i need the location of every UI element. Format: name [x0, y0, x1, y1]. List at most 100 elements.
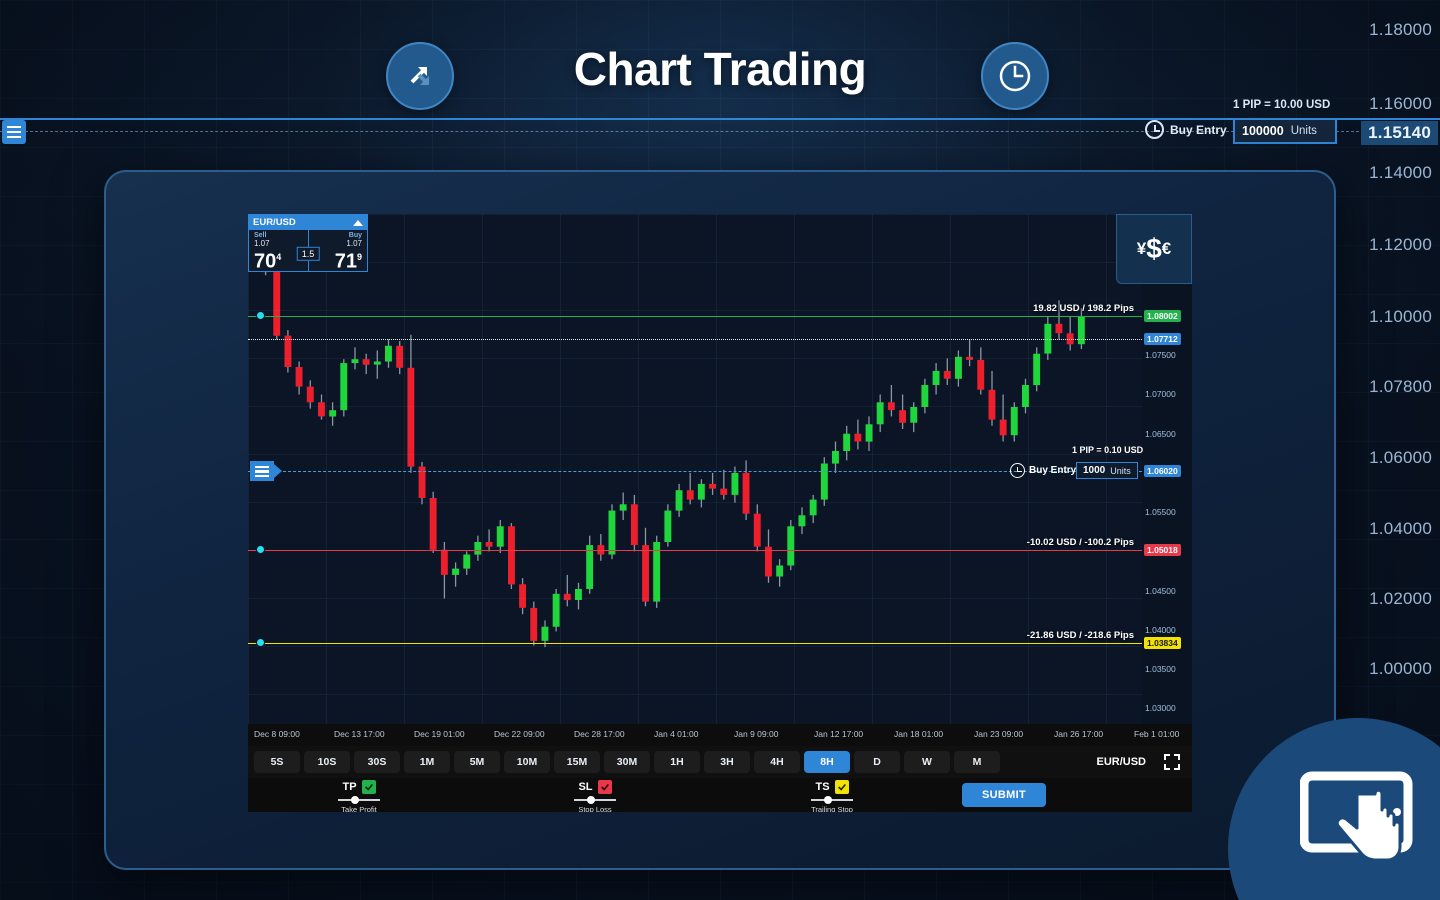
bg-price-highlight: 1.15140 [1361, 121, 1438, 145]
take-profit-control[interactable]: TP Take Profit [338, 780, 380, 812]
euro-symbol: € [1161, 239, 1172, 258]
menu-bar [255, 465, 269, 469]
timeframe-1h[interactable]: 1H [654, 751, 700, 773]
quote-symbol: EUR/USD [253, 217, 296, 228]
stop-loss-caption: Stop Loss [578, 805, 612, 812]
timeframe-4h[interactable]: 4H [754, 751, 800, 773]
stop_loss-line[interactable] [248, 549, 1142, 551]
background-buy-entry-label: Buy Entry [1170, 122, 1227, 137]
quote-body: Sell 1.07 704 Buy 1.07 719 1.5 [249, 230, 367, 273]
slider-track [811, 799, 853, 801]
time-tick: Jan 9 09:00 [734, 729, 779, 739]
price-tick: 1.04500 [1145, 585, 1176, 596]
chart-units-field[interactable]: 1000 Units [1076, 462, 1138, 480]
timeframe-10m[interactable]: 10M [504, 751, 550, 773]
timeframe-w[interactable]: W [904, 751, 950, 773]
trailing-stop-control[interactable]: TS Trailing Stop [811, 780, 853, 812]
menu-bar [7, 136, 21, 138]
entry-drag-handle[interactable] [250, 461, 282, 482]
time-tick: Jan 4 01:00 [654, 729, 699, 739]
trailing_stop-pnl-label: -21.86 USD / -218.6 Pips [1026, 629, 1134, 641]
timeframe-5s[interactable]: 5S [254, 751, 300, 773]
entry-line[interactable] [248, 338, 1142, 340]
fullscreen-icon[interactable] [1164, 754, 1180, 770]
timeframe-bar[interactable]: 5S 10S 30S 1M 5M 10M 15M 30M 1H 3H 4H 8H D W M EUR/USD [248, 746, 1192, 778]
time-tick: Dec 28 17:00 [574, 729, 625, 739]
price-tick: 1.05500 [1145, 507, 1176, 518]
trailing-stop-checkbox[interactable] [834, 780, 849, 794]
background-menu-handle[interactable] [2, 120, 26, 144]
timeframe-30s[interactable]: 30S [354, 751, 400, 773]
stop-loss-control[interactable]: SL Stop Loss [574, 780, 616, 812]
stop_loss-pnl-label: -10.02 USD / -100.2 Pips [1026, 536, 1134, 548]
time-tick: Feb 1 01:00 [1134, 729, 1180, 739]
entry_dashed-price-tag: 1.06020 [1144, 465, 1181, 478]
menu-bar [255, 470, 269, 473]
clock-icon [1145, 120, 1164, 139]
timeframe-15m[interactable]: 15M [554, 751, 600, 773]
timeframe-5m[interactable]: 5M [454, 751, 500, 773]
stop-loss-slider[interactable] [574, 795, 616, 805]
timeframe-3h[interactable]: 3H [704, 751, 750, 773]
yen-symbol: ¥ [1136, 239, 1147, 258]
take-profit-slider[interactable] [338, 795, 380, 805]
background-buy-entry: Buy Entry [1145, 120, 1227, 139]
timeframe-10s[interactable]: 10S [304, 751, 350, 773]
menu-bar [7, 126, 21, 128]
time-tick: Dec 22 09:00 [494, 729, 545, 739]
time-tick: Dec 13 17:00 [334, 729, 385, 739]
take-profit-abbr: TP [342, 781, 357, 793]
timeframe-1m[interactable]: 1M [404, 751, 450, 773]
bg-price-tick: 1.16000 [1369, 94, 1432, 113]
bg-price-tick: 1.18000 [1369, 20, 1432, 39]
dollar-symbol: $ [1146, 233, 1162, 264]
stop_loss-drag-handle[interactable] [256, 544, 265, 554]
price-tick: 1.06500 [1145, 428, 1176, 439]
timeframe-pair-label: EUR/USD [1096, 756, 1146, 768]
time-tick: Dec 8 09:00 [254, 729, 300, 739]
submit-button[interactable]: SUBMIT [962, 783, 1046, 807]
time-tick: Jan 23 09:00 [974, 729, 1024, 739]
chart-plot-area[interactable] [248, 214, 1142, 724]
timeframe-30m[interactable]: 30M [604, 751, 650, 773]
take_profit-line[interactable] [248, 315, 1142, 317]
slider-track [338, 799, 380, 801]
background-pip-note: 1 PIP = 10.00 USD [1233, 99, 1331, 111]
take-profit-checkbox[interactable] [361, 780, 376, 794]
timeframe-8h[interactable]: 8H [804, 751, 850, 773]
time-tick: Dec 19 01:00 [414, 729, 465, 739]
entry-price-tag: 1.07712 [1144, 332, 1181, 345]
bg-price-tick: 1.04000 [1369, 519, 1432, 538]
timeframe-m[interactable]: M [954, 751, 1000, 773]
order-toolbar: TP Take Profit SL Stop Loss TS Trailing … [248, 778, 1192, 812]
trailing-stop-caption: Trailing Stop [811, 805, 853, 812]
buy-price: 719 [334, 250, 362, 273]
bg-price-tick: 1.12000 [1369, 235, 1432, 254]
trailing_stop-line[interactable] [248, 642, 1142, 644]
quote-widget[interactable]: EUR/USD Sell 1.07 704 Buy 1.07 719 1.5 [248, 214, 368, 272]
clock-icon [981, 42, 1049, 110]
trailing-stop-slider[interactable] [811, 795, 853, 805]
chart-units-suffix: Units [1110, 465, 1131, 476]
time-tick: Jan 18 01:00 [894, 729, 944, 739]
slider-knob[interactable] [351, 796, 359, 804]
stop_loss-price-tag: 1.05018 [1144, 543, 1181, 556]
slider-knob[interactable] [587, 796, 595, 804]
stop-loss-checkbox[interactable] [597, 780, 612, 794]
bg-price-tick: 1.07800 [1369, 377, 1432, 396]
price-tick: 1.07500 [1145, 350, 1176, 361]
chart-buy-entry-label: Buy Entry [1029, 465, 1077, 477]
timeframe-d[interactable]: D [854, 751, 900, 773]
chart-buy-entry: Buy Entry [1010, 463, 1077, 479]
spread-value: 1.5 [296, 246, 320, 261]
trailing-stop-abbr: TS [815, 781, 830, 793]
background-units-field[interactable]: 100000 Units [1233, 118, 1337, 144]
bg-price-tick: 1.06000 [1369, 448, 1432, 467]
entry_dashed-line[interactable] [248, 471, 1142, 473]
trailing_stop-drag-handle[interactable] [256, 637, 265, 647]
slider-knob[interactable] [824, 796, 832, 804]
tablet-touch-icon [1300, 771, 1413, 862]
chevron-up-icon[interactable] [353, 219, 363, 226]
sell-prefix: 1.07 [254, 239, 270, 248]
take_profit-drag-handle[interactable] [256, 310, 265, 320]
